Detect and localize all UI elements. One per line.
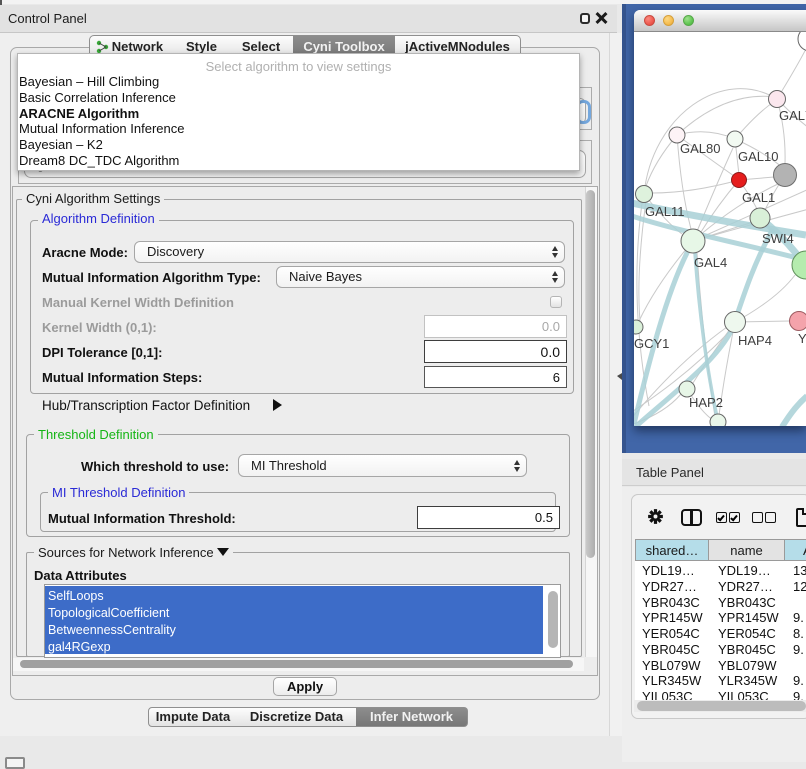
svg-text:HAP2: HAP2 bbox=[689, 395, 723, 410]
svg-text:GAL11: GAL11 bbox=[645, 204, 685, 219]
svg-text:YM: YM bbox=[798, 331, 806, 346]
svg-text:GAL1: GAL1 bbox=[742, 190, 775, 205]
svg-text:GAL4: GAL4 bbox=[694, 255, 727, 270]
svg-text:GAL10: GAL10 bbox=[738, 149, 778, 164]
svg-text:GAL7: GAL7 bbox=[779, 108, 806, 123]
svg-text:GAL80: GAL80 bbox=[680, 141, 720, 156]
svg-text:GCY1: GCY1 bbox=[634, 336, 669, 351]
svg-text:HAP4: HAP4 bbox=[738, 333, 772, 348]
svg-text:SWI4: SWI4 bbox=[762, 231, 794, 246]
